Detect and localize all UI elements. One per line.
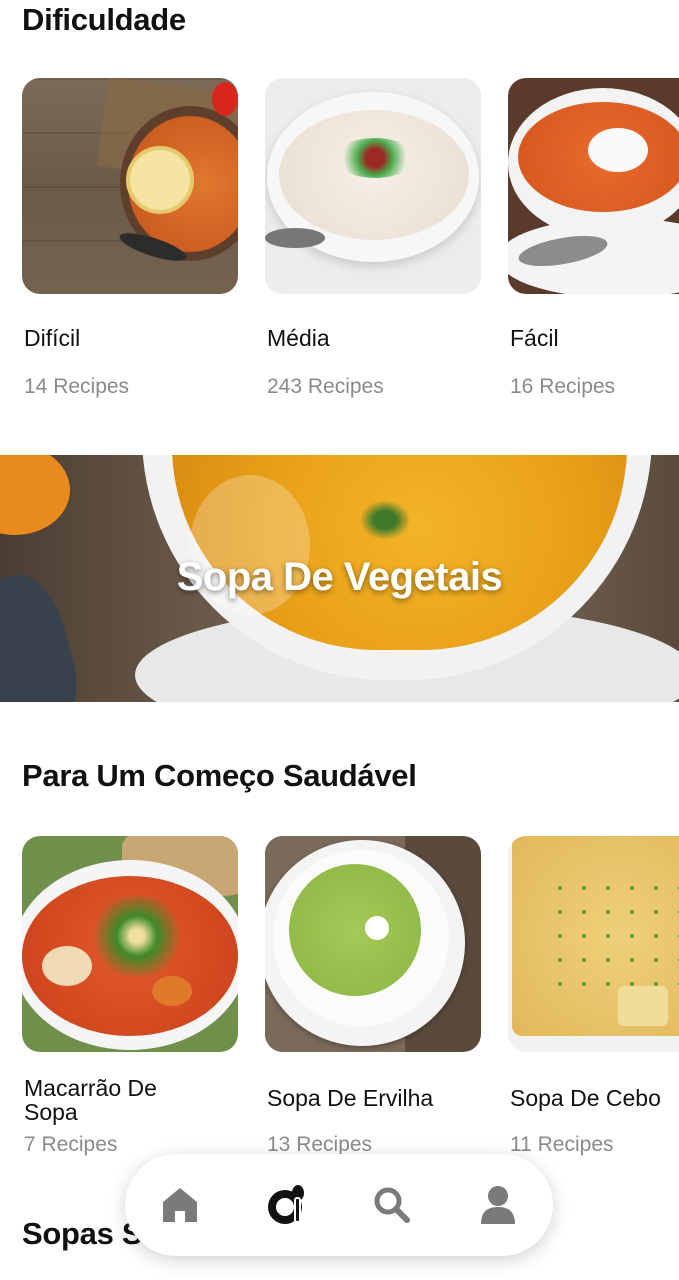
section-title-next: Sopas S — [22, 1216, 143, 1251]
soup-thumbnail — [22, 836, 238, 1052]
healthy-row[interactable]: Macarrão De Sopa 7 Recipes Sopa De Ervil… — [0, 836, 679, 1176]
home-icon — [163, 1188, 197, 1222]
healthy-card-pea[interactable]: Sopa De Ervilha 13 Recipes — [265, 836, 481, 1156]
soup-thumbnail — [508, 78, 679, 294]
difficulty-card-easy[interactable]: Fácil 16 Recipes — [508, 78, 679, 398]
recipe-count: 11 Recipes — [510, 1133, 614, 1156]
section-title-difficulty: Dificuldade — [22, 2, 186, 37]
card-title: Sopa De Cebo — [510, 1085, 661, 1111]
bottom-nav-bar — [125, 1154, 553, 1256]
section-title-healthy: Para Um Começo Saudável — [22, 758, 417, 793]
recipes-icon — [268, 1185, 304, 1224]
card-title: Média — [267, 325, 330, 351]
recipe-count: 243 Recipes — [267, 375, 384, 398]
card-title: Sopa De Ervilha — [267, 1085, 434, 1111]
healthy-card-onion[interactable]: Sopa De Cebo 11 Recipes — [508, 836, 679, 1156]
healthy-card-pasta[interactable]: Macarrão De Sopa 7 Recipes — [22, 836, 238, 1156]
soup-thumbnail — [265, 836, 481, 1052]
banner-title: Sopa De Vegetais — [176, 555, 503, 599]
nav-recipes-button[interactable] — [262, 1180, 312, 1230]
card-title: Macarrão De Sopa — [24, 1075, 157, 1125]
soup-thumbnail — [265, 78, 481, 294]
recipe-count: 16 Recipes — [510, 375, 616, 398]
difficulty-row[interactable]: Difícil 14 Recipes Média 243 Recipes Fác… — [0, 78, 679, 418]
nav-search-button[interactable] — [367, 1180, 417, 1230]
search-icon — [374, 1187, 410, 1223]
recipe-count: 14 Recipes — [24, 375, 130, 398]
difficulty-card-medium[interactable]: Média 243 Recipes — [265, 78, 481, 398]
card-title: Difícil — [24, 325, 81, 351]
soup-thumbnail — [22, 78, 238, 294]
profile-icon — [481, 1186, 515, 1224]
nav-home-button[interactable] — [155, 1180, 205, 1230]
difficulty-card-hard[interactable]: Difícil 14 Recipes — [22, 78, 238, 398]
card-title: Fácil — [510, 325, 559, 351]
soup-thumbnail — [508, 836, 679, 1052]
nav-profile-button[interactable] — [473, 1180, 523, 1230]
recipe-count: 7 Recipes — [24, 1133, 118, 1156]
